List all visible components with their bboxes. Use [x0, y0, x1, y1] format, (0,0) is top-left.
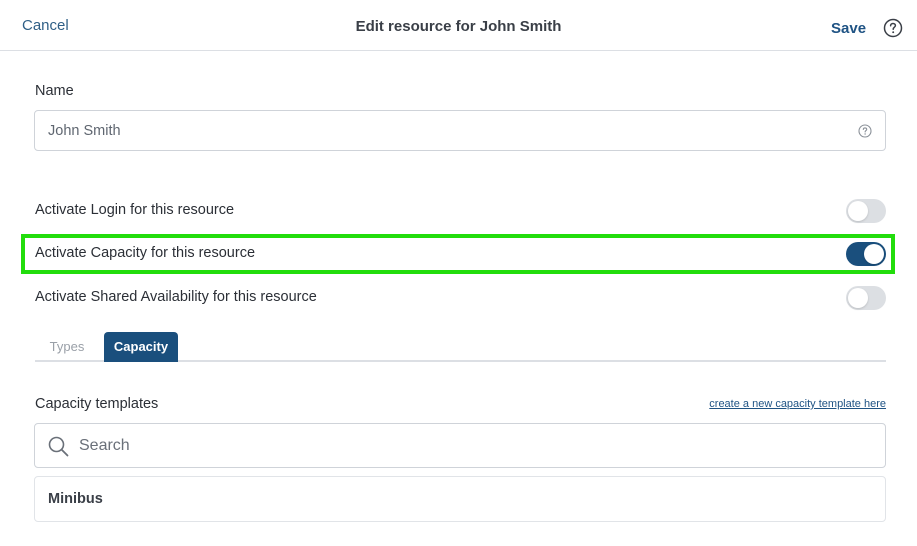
- help-circle-icon: [883, 18, 903, 38]
- search-input[interactable]: [79, 424, 869, 467]
- toggle-knob: [864, 244, 884, 264]
- toggle-knob: [848, 288, 868, 308]
- toggle-row-shared-availability: Activate Shared Availability for this re…: [35, 286, 886, 310]
- help-button[interactable]: [883, 18, 903, 38]
- toggle-knob: [848, 201, 868, 221]
- create-capacity-template-link[interactable]: create a new capacity template here: [709, 398, 886, 410]
- toggle-capacity-switch[interactable]: [846, 242, 886, 266]
- toggle-shared-availability-switch[interactable]: [846, 286, 886, 310]
- toggle-row-capacity: Activate Capacity for this resource: [35, 242, 886, 266]
- capacity-template-item[interactable]: Minibus: [34, 476, 886, 522]
- toggle-label-shared-availability: Activate Shared Availability for this re…: [35, 289, 317, 305]
- toggle-login-switch[interactable]: [846, 199, 886, 223]
- name-label: Name: [35, 83, 74, 99]
- toggle-label-capacity: Activate Capacity for this resource: [35, 245, 256, 261]
- toggle-label-login: Activate Login for this resource: [35, 202, 235, 218]
- capacity-templates-label: Capacity templates: [35, 396, 159, 412]
- tab-bar: Types Capacity: [35, 332, 886, 362]
- tab-capacity[interactable]: Capacity: [104, 332, 178, 362]
- toggle-row-login: Activate Login for this resource: [35, 199, 886, 223]
- search-box: [34, 423, 886, 468]
- name-input-wrapper: [34, 110, 886, 151]
- save-button[interactable]: Save: [831, 20, 866, 37]
- tab-types[interactable]: Types: [35, 332, 99, 362]
- help-circle-icon[interactable]: [858, 124, 872, 138]
- page-title: Edit resource for John Smith: [355, 18, 562, 35]
- search-icon: [48, 436, 69, 457]
- top-bar: Cancel Edit resource for John Smith Save: [0, 0, 917, 51]
- name-input[interactable]: [48, 111, 848, 150]
- capacity-template-label: Minibus: [48, 491, 103, 507]
